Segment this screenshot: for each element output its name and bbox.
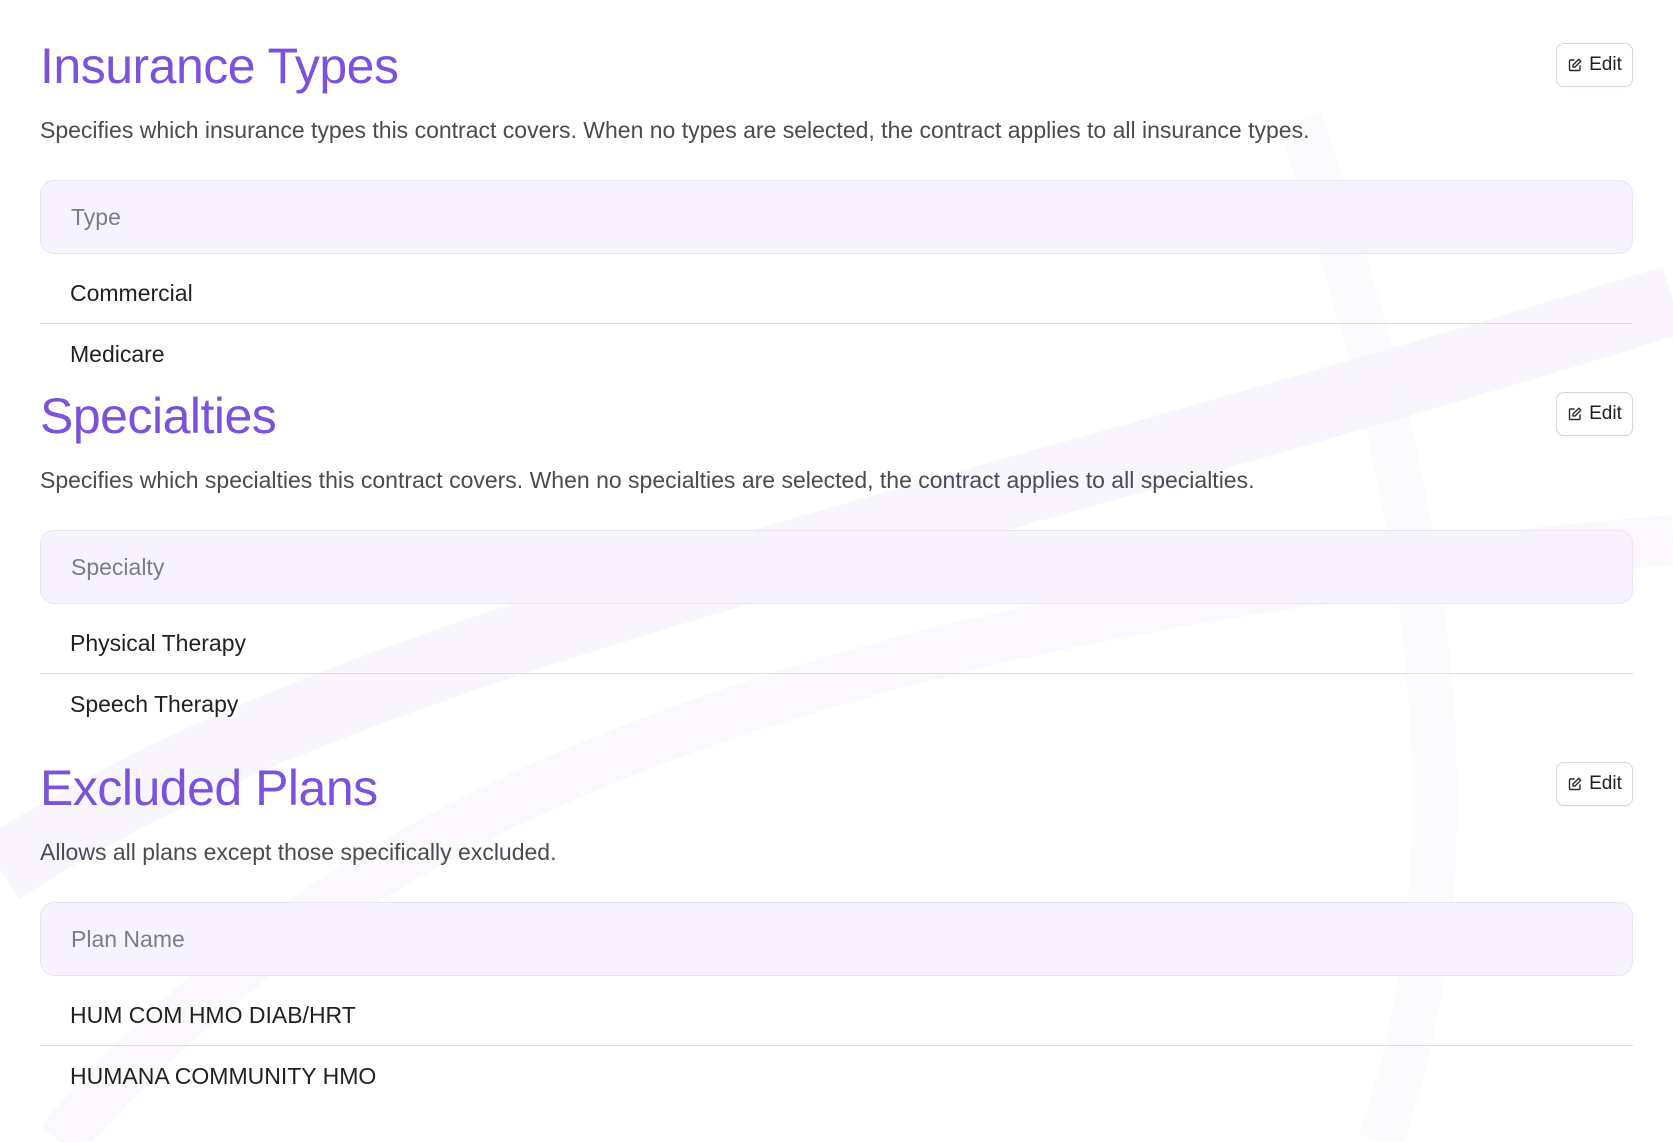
insurance-types-table: Type Commercial Medicare [40,180,1633,385]
specialties-section: Specialties Edit Specifies which special… [40,380,1633,717]
table-row: Physical Therapy [40,613,1633,674]
edit-specialties-button[interactable]: Edit [1556,392,1633,436]
section-title: Insurance Types [40,38,399,94]
insurance-types-section: Insurance Types Edit Specifies which ins… [40,30,1633,367]
section-title: Excluded Plans [40,760,378,816]
edit-pencil-icon [1567,406,1583,422]
edit-label: Edit [1589,773,1622,794]
section-description: Specifies which insurance types this con… [40,117,1310,143]
edit-insurance-types-button[interactable]: Edit [1556,43,1633,87]
section-description: Specifies which specialties this contrac… [40,467,1255,493]
section-header: Specialties Edit [40,380,1633,452]
edit-excluded-plans-button[interactable]: Edit [1556,762,1633,806]
table-row: Medicare [70,341,165,367]
excluded-plans-table: Plan Name HUM COM HMO DIAB/HRT HUMANA CO… [40,902,1633,1107]
table-row: HUMANA COMMUNITY HMO [70,1063,377,1089]
section-header: Excluded Plans Edit [40,752,1633,824]
section-title: Specialties [40,388,277,444]
edit-pencil-icon [1567,57,1583,73]
excluded-plans-section: Excluded Plans Edit Allows all plans exc… [40,752,1633,1089]
table-header-type: Type [40,180,1633,254]
table-row: Speech Therapy [70,691,239,717]
table-row: HUM COM HMO DIAB/HRT [40,985,1633,1046]
edit-label: Edit [1589,403,1622,424]
table-header-plan-name: Plan Name [40,902,1633,976]
table-header-specialty: Specialty [40,530,1633,604]
section-header: Insurance Types Edit [40,30,1633,102]
specialties-table: Specialty Physical Therapy Speech Therap… [40,530,1633,735]
table-row: Commercial [40,263,1633,324]
section-description: Allows all plans except those specifical… [40,839,557,865]
edit-pencil-icon [1567,776,1583,792]
edit-label: Edit [1589,54,1622,75]
